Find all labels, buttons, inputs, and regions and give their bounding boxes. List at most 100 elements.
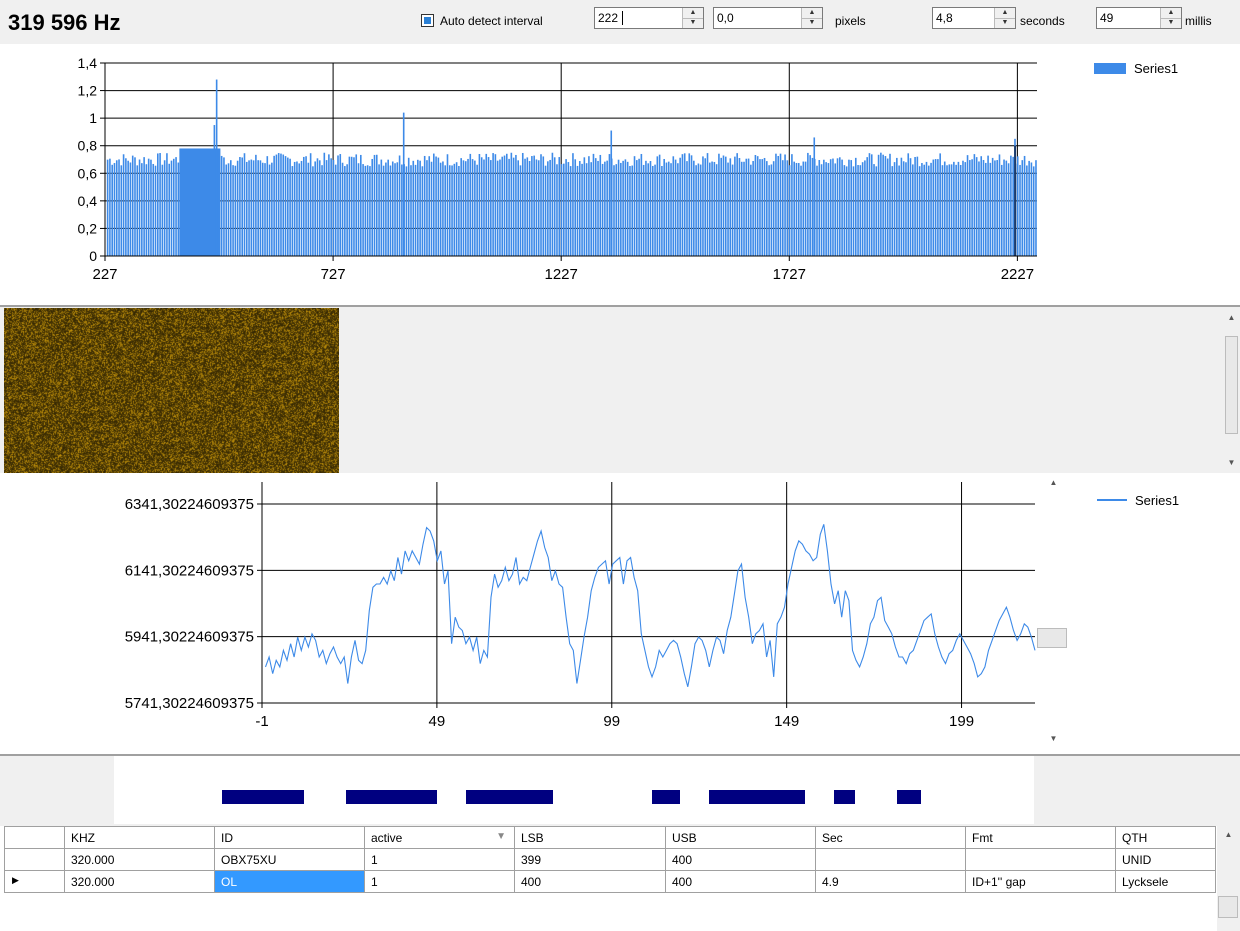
row-header[interactable]: ▶	[4, 870, 65, 893]
bar	[964, 162, 967, 256]
cell-sec[interactable]: 4.9	[815, 870, 966, 893]
cell-usb[interactable]: 400	[665, 848, 816, 871]
bar	[382, 165, 385, 256]
spectrum-chart: 1,4 1,2 1 0,8 0,6 0,4 0,2 0 227 727 1227 1727 2227 S…	[78, 55, 1179, 283]
cell-fmt[interactable]	[965, 848, 1116, 871]
table-row[interactable]: 320.000 OBX75XU 1 399 400 UNID	[4, 848, 1216, 871]
bar	[426, 160, 428, 256]
scroll-up-icon[interactable]: ▲	[1223, 309, 1240, 326]
cell-qth[interactable]: UNID	[1115, 848, 1216, 871]
bar	[243, 153, 246, 256]
cell-id[interactable]: OL	[214, 870, 365, 893]
bar	[389, 165, 392, 256]
bar	[900, 157, 903, 256]
bar	[141, 163, 143, 256]
scroll-up-icon[interactable]: ▲	[1220, 826, 1237, 843]
grid-scrollbar[interactable]: ▲	[1217, 826, 1240, 931]
column-header-qth[interactable]: QTH	[1115, 826, 1216, 849]
bar	[651, 165, 654, 256]
bar	[157, 153, 159, 256]
bar	[656, 156, 659, 256]
bar	[1016, 156, 1019, 256]
bar	[163, 160, 166, 256]
bar	[524, 158, 526, 256]
bar	[264, 163, 266, 256]
bar	[289, 158, 291, 256]
bar	[437, 157, 440, 256]
cell-khz[interactable]: 320.000	[64, 870, 215, 893]
scroll-down-icon[interactable]: ▼	[1045, 730, 1062, 747]
millis-spinner[interactable]: 49 ▲ ▼	[1096, 7, 1182, 29]
scroll-thumb[interactable]	[1225, 336, 1238, 434]
column-header-lsb[interactable]: LSB	[514, 826, 666, 849]
column-header-sec[interactable]: Sec	[815, 826, 966, 849]
spin-down-icon[interactable]: ▼	[683, 18, 703, 28]
y-tick-label: 1	[89, 110, 97, 126]
cell-lsb[interactable]: 400	[514, 870, 666, 893]
bar	[695, 165, 697, 256]
bar	[850, 160, 853, 256]
bar	[729, 158, 732, 256]
spin-down-icon[interactable]: ▼	[995, 18, 1015, 28]
cell-qth[interactable]: Lycksele	[1115, 870, 1216, 893]
cell-sec[interactable]	[815, 848, 966, 871]
column-header-khz[interactable]: KHZ	[64, 826, 215, 849]
millis-spin-buttons[interactable]: ▲ ▼	[1160, 8, 1181, 28]
interval-spin-buttons[interactable]: ▲ ▼	[682, 8, 703, 28]
bar	[501, 156, 504, 256]
cell-id[interactable]: OBX75XU	[214, 848, 365, 871]
row-header[interactable]	[4, 848, 65, 871]
offset-spin-buttons[interactable]: ▲ ▼	[801, 8, 822, 28]
bar	[161, 164, 164, 256]
bar	[711, 161, 713, 256]
x-tick-label: 727	[321, 266, 346, 283]
bar	[788, 165, 791, 256]
offset-spinner[interactable]: 0,0 ▲ ▼	[713, 7, 823, 29]
bar	[708, 162, 711, 256]
bar	[232, 165, 234, 256]
bar	[759, 159, 761, 256]
bar	[252, 160, 255, 256]
waterfall-scrollbar[interactable]: ▲ ▼	[1223, 309, 1240, 473]
bar	[797, 163, 800, 256]
spin-down-icon[interactable]: ▼	[1161, 18, 1181, 28]
cell-fmt[interactable]: ID+1'' gap	[965, 870, 1116, 893]
bar	[236, 160, 239, 256]
column-header-fmt[interactable]: Fmt	[965, 826, 1116, 849]
seconds-spinner[interactable]: 4,8 ▲ ▼	[932, 7, 1016, 29]
signal-scrollbar[interactable]: ▲ ▼	[1037, 474, 1067, 754]
bar	[677, 163, 679, 256]
seconds-spin-buttons[interactable]: ▲ ▼	[994, 8, 1015, 28]
interval-spinner[interactable]: 222 ▲ ▼	[594, 7, 704, 29]
bar	[597, 160, 599, 256]
bar	[476, 164, 478, 256]
scroll-up-icon[interactable]: ▲	[1045, 474, 1062, 491]
cell-active[interactable]: 1	[364, 848, 515, 871]
column-header-id[interactable]: ID	[214, 826, 365, 849]
bar	[241, 157, 244, 256]
scroll-thumb[interactable]	[1218, 896, 1238, 918]
scroll-thumb[interactable]	[1037, 628, 1067, 648]
column-header-usb[interactable]: USB	[665, 826, 816, 849]
bar	[620, 162, 622, 256]
cell-active[interactable]: 1	[364, 870, 515, 893]
bar	[115, 160, 118, 256]
column-header-active[interactable]: active ▼	[364, 826, 515, 849]
cell-usb[interactable]: 400	[665, 870, 816, 893]
bar	[460, 158, 462, 256]
bar	[777, 156, 780, 256]
cell-lsb[interactable]: 399	[514, 848, 666, 871]
bar	[590, 162, 592, 256]
cell-khz[interactable]: 320.000	[64, 848, 215, 871]
bar	[419, 160, 421, 256]
bar	[907, 153, 910, 256]
spin-down-icon[interactable]: ▼	[802, 18, 822, 28]
bar	[613, 165, 615, 256]
scroll-down-icon[interactable]: ▼	[1223, 454, 1240, 471]
bar	[829, 159, 832, 256]
bar	[293, 161, 296, 256]
auto-detect-checkbox[interactable]	[421, 14, 434, 27]
bar	[268, 164, 271, 256]
bar	[864, 160, 866, 256]
table-row[interactable]: ▶ 320.000 OL 1 400 400 4.9 ID+1'' gap Ly…	[4, 870, 1216, 893]
